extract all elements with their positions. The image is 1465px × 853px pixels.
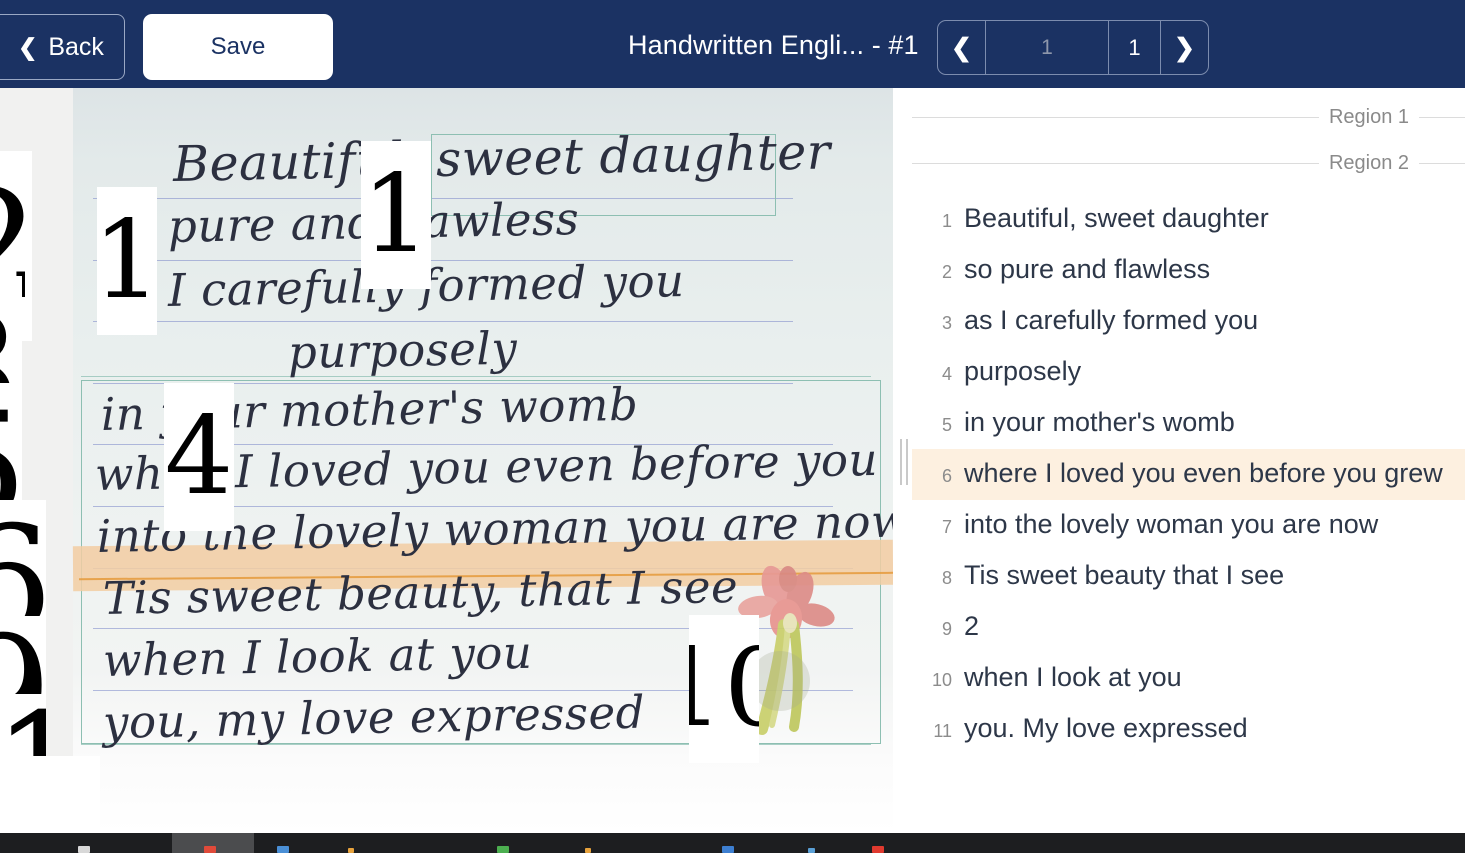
line-text[interactable]: so pure and flawless — [964, 253, 1210, 287]
region-label: Region 1 — [1328, 105, 1409, 128]
taskbar-icon-docs[interactable] — [722, 846, 734, 853]
line-number: 9 — [941, 619, 952, 639]
transcription-row[interactable]: 1 Beautiful, sweet daughter — [912, 194, 1465, 245]
transcription-row[interactable]: 4 purposely — [912, 347, 1465, 398]
transcription-row[interactable]: 2 so pure and flawless — [912, 245, 1465, 296]
transcription-row[interactable]: 11 you. My love expressed — [912, 704, 1465, 755]
line-badge-1a[interactable]: 1 — [97, 187, 157, 335]
taskbar-icon-sheets[interactable] — [497, 846, 509, 853]
line-number: 5 — [941, 415, 952, 435]
rule-line-teal — [81, 376, 871, 377]
line-text[interactable]: in your mother's womb — [964, 406, 1235, 440]
taskbar-icon-app2[interactable] — [348, 848, 354, 853]
divider-line — [912, 162, 1319, 164]
transcription-row[interactable]: 9 2 — [912, 602, 1465, 653]
line-text[interactable]: Beautiful, sweet daughter — [964, 202, 1269, 236]
line-number: 3 — [941, 313, 952, 333]
taskbar-icon-app3[interactable] — [585, 848, 591, 853]
line-number: 8 — [941, 568, 952, 588]
handwriting-line: purposely — [287, 321, 518, 379]
transcription-row-selected[interactable]: 6 where I loved you even before you grew — [912, 449, 1465, 500]
region-divider-1: Region 1 — [912, 102, 1465, 132]
image-viewer-pane[interactable]: Beautiful, sweet daughter pure and flawl… — [0, 88, 893, 833]
chevron-right-icon: ❯ — [1174, 33, 1195, 62]
line-number: 2 — [941, 262, 952, 282]
line-number: 7 — [941, 517, 952, 537]
main-content: Beautiful, sweet daughter pure and flawl… — [0, 88, 1465, 833]
transcription-row[interactable]: 8 Tis sweet beauty that I see — [912, 551, 1465, 602]
handwriting-line: when I look at you — [102, 625, 533, 687]
line-text[interactable]: purposely — [964, 355, 1081, 389]
previous-page-button[interactable]: ❮ — [938, 21, 986, 74]
line-text[interactable]: 2 — [964, 610, 979, 644]
line-text[interactable]: into the lovely woman you are now — [964, 508, 1378, 542]
line-badge-11[interactable] — [0, 756, 100, 833]
line-number: 6 — [941, 466, 952, 486]
transcription-row[interactable]: 5 in your mother's womb — [912, 398, 1465, 449]
handwriting-line: you, my love expressed — [102, 685, 646, 749]
transcription-row[interactable]: 3 as I carefully formed you — [912, 296, 1465, 347]
line-text[interactable]: as I carefully formed you — [964, 304, 1258, 338]
region-label: Region 2 — [1328, 151, 1409, 174]
line-badge-1b[interactable]: 1 — [361, 141, 431, 289]
taskbar-icon-app5[interactable] — [872, 846, 884, 853]
line-number: 1 — [941, 211, 952, 231]
divider-line — [912, 116, 1319, 118]
app-header: ❮ Back Save Handwritten Engli... - #1 ❮ … — [0, 0, 1465, 88]
line-text[interactable]: Tis sweet beauty that I see — [964, 559, 1284, 593]
divider-line — [1419, 116, 1465, 118]
pagination-control: ❮ 1 1 ❯ — [937, 20, 1209, 75]
line-text[interactable]: when I look at you — [964, 661, 1182, 695]
total-pages-label: 1 — [1108, 21, 1160, 74]
back-button-label: Back — [48, 32, 104, 61]
next-page-button[interactable]: ❯ — [1160, 21, 1208, 74]
line-number: 10 — [931, 670, 952, 690]
divider-line — [1419, 162, 1465, 164]
transcription-row[interactable]: 7 into the lovely woman you are now — [912, 500, 1465, 551]
os-taskbar[interactable] — [0, 833, 1465, 853]
save-button[interactable]: Save — [143, 14, 333, 80]
line-badge-4[interactable]: 4 — [164, 383, 234, 531]
pane-resize-handle[interactable] — [898, 438, 910, 486]
page-number-input[interactable]: 1 — [986, 21, 1108, 74]
rule-line — [93, 321, 793, 322]
transcription-row[interactable]: 10 when I look at you — [912, 653, 1465, 704]
region-divider-2: Region 2 — [912, 148, 1465, 178]
taskbar-icon-files[interactable] — [78, 846, 90, 853]
taskbar-icon-app1[interactable] — [277, 846, 289, 853]
resize-grip-bar — [906, 439, 908, 485]
back-button[interactable]: ❮ Back — [0, 14, 125, 80]
transcription-line-list: 1 Beautiful, sweet daughter 2 so pure an… — [912, 194, 1465, 755]
line-text[interactable]: you. My love expressed — [964, 712, 1248, 746]
resize-grip-bar — [900, 439, 902, 485]
taskbar-icon-app4[interactable] — [808, 848, 815, 853]
line-number: 4 — [941, 364, 952, 384]
chevron-left-icon: ❮ — [951, 33, 972, 62]
line-number: 11 — [933, 721, 952, 741]
transcription-pane: Region 1 Region 2 1 Beautiful, sweet dau… — [912, 88, 1465, 833]
line-badge-9[interactable]: 10 — [689, 615, 759, 763]
line-text[interactable]: where I loved you even before you grew — [964, 457, 1443, 491]
page-title: Handwritten Engli... - #1 — [628, 30, 919, 60]
chevron-left-icon: ❮ — [18, 33, 38, 60]
taskbar-icon-browser[interactable] — [204, 846, 216, 853]
